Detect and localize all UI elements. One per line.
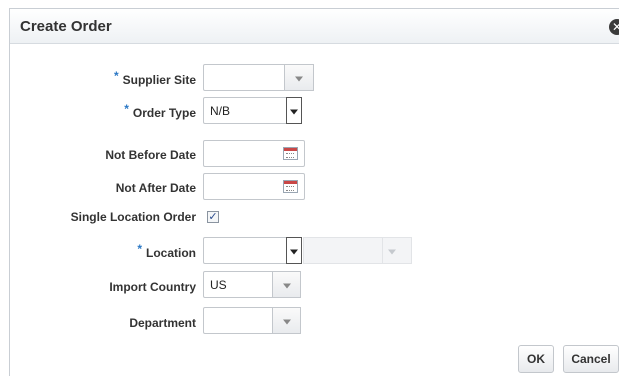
not-before-date-input[interactable] — [203, 140, 305, 167]
order-type-label: * Order Type — [124, 102, 196, 120]
location-dropdown-button[interactable] — [286, 237, 302, 264]
chevron-down-icon — [290, 109, 298, 114]
department-select[interactable] — [203, 307, 301, 334]
dialog-titlebar: Create Order ✕ — [10, 9, 619, 44]
import-country-label: Import Country — [109, 280, 196, 294]
required-indicator: * — [113, 69, 119, 83]
department-dropdown-button[interactable] — [272, 307, 301, 334]
create-order-dialog: Create Order ✕ * Supplier Site * Order Typ… — [9, 8, 619, 376]
location-description-field — [303, 237, 412, 264]
supplier-site-dropdown-button[interactable] — [284, 64, 314, 91]
location-label: * Location — [137, 242, 196, 260]
not-before-date-label: Not Before Date — [105, 148, 196, 162]
single-location-order-label: Single Location Order — [70, 210, 196, 224]
order-type-value: N/B — [210, 104, 231, 118]
calendar-icon[interactable] — [283, 180, 298, 193]
supplier-site-select[interactable] — [203, 64, 314, 91]
import-country-select[interactable]: US — [203, 271, 301, 298]
chevron-down-icon — [388, 249, 396, 254]
supplier-site-label: * Supplier Site — [113, 69, 196, 87]
cancel-button[interactable]: Cancel — [563, 345, 619, 373]
import-country-dropdown-button[interactable] — [272, 271, 301, 298]
chevron-down-icon — [282, 319, 291, 324]
ok-button[interactable]: OK — [518, 345, 554, 373]
chevron-down-icon — [282, 283, 291, 288]
department-label: Department — [129, 316, 196, 330]
not-after-date-input[interactable] — [203, 173, 305, 200]
required-indicator: * — [137, 242, 142, 256]
chevron-down-icon — [295, 76, 303, 81]
not-after-date-label: Not After Date — [115, 181, 196, 195]
order-type-select[interactable]: N/B — [203, 97, 302, 124]
order-type-dropdown-button[interactable] — [286, 97, 302, 124]
chevron-down-icon — [290, 249, 298, 254]
required-indicator: * — [124, 102, 129, 116]
dialog-title: Create Order — [20, 18, 112, 35]
close-icon[interactable]: ✕ — [609, 19, 619, 35]
calendar-icon[interactable] — [283, 147, 298, 160]
location-select[interactable] — [203, 237, 302, 264]
import-country-value: US — [210, 278, 227, 292]
single-location-order-checkbox[interactable]: ✓ — [207, 211, 219, 223]
